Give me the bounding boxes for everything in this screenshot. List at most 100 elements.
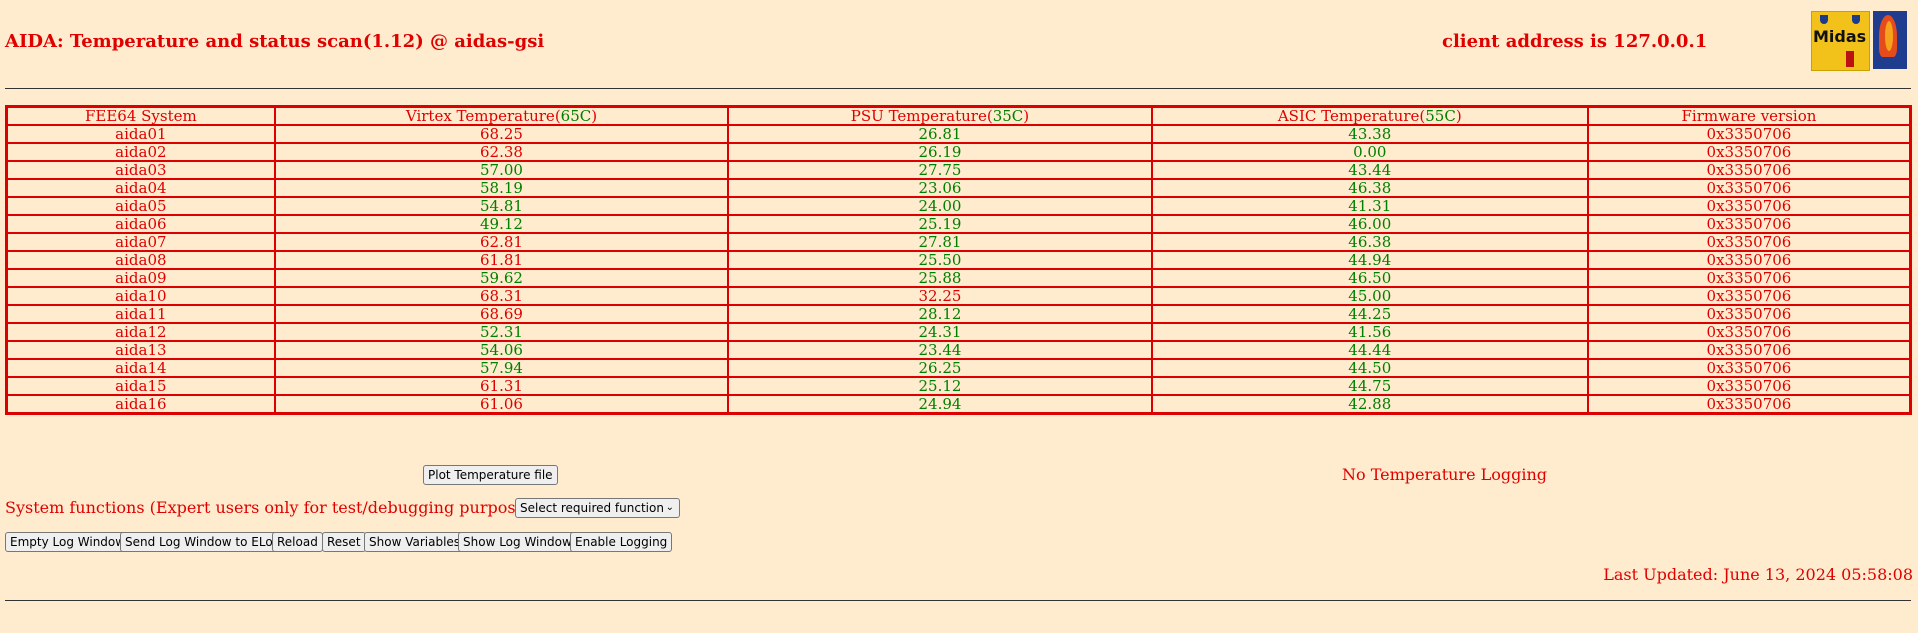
bottom-divider [5, 600, 1911, 601]
asic-temp-cell: 46.38 [1150, 178, 1589, 198]
enable-logging-button[interactable]: Enable Logging [570, 532, 673, 552]
node-name-cell: aida16 [5, 394, 276, 415]
virtex-temp-cell: 61.06 [273, 394, 730, 415]
send-log-elog-button[interactable]: Send Log Window to ELog [120, 532, 286, 552]
table-row: aida12 52.31 24.31 41.56 0x3350706 [5, 322, 1912, 342]
asic-temp-cell: 44.44 [1150, 340, 1589, 360]
table-row: aida13 54.06 23.44 44.44 0x3350706 [5, 340, 1912, 360]
asic-temp-cell: 0.00 [1150, 142, 1589, 162]
firmware-cell: 0x3350706 [1586, 214, 1912, 234]
firmware-cell: 0x3350706 [1586, 250, 1912, 270]
client-address: client address is 127.0.0.1 [1442, 31, 1708, 52]
firmware-cell: 0x3350706 [1586, 304, 1912, 324]
reset-button[interactable]: Reset [322, 532, 366, 552]
temperature-status-table: FEE64 System Virtex Temperature(65C) PSU… [5, 105, 1912, 415]
firmware-cell: 0x3350706 [1586, 340, 1912, 360]
psu-temp-cell: 27.81 [727, 232, 1153, 252]
table-row: aida11 68.69 28.12 44.25 0x3350706 [5, 304, 1912, 324]
virtex-temp-cell: 61.81 [273, 250, 730, 270]
node-name-cell: aida01 [5, 124, 276, 144]
function-select[interactable]: Select required function ⌄ [515, 498, 680, 518]
table-row: aida07 62.81 27.81 46.38 0x3350706 [5, 232, 1912, 252]
table-row: aida15 61.31 25.12 44.75 0x3350706 [5, 376, 1912, 396]
psu-temp-cell: 28.12 [727, 304, 1153, 324]
plot-temperature-button[interactable]: Plot Temperature file [423, 465, 558, 485]
firmware-cell: 0x3350706 [1586, 142, 1912, 162]
psu-temp-cell: 23.06 [727, 178, 1153, 198]
node-name-cell: aida14 [5, 358, 276, 378]
node-name-cell: aida09 [5, 268, 276, 288]
asic-temp-cell: 44.94 [1150, 250, 1589, 270]
node-name-cell: aida15 [5, 376, 276, 396]
virtex-temp-cell: 57.94 [273, 358, 730, 378]
column-header-system: FEE64 System [5, 105, 276, 126]
virtex-temp-cell: 62.81 [273, 232, 730, 252]
node-name-cell: aida11 [5, 304, 276, 324]
firmware-cell: 0x3350706 [1586, 286, 1912, 306]
table-row: aida03 57.00 27.75 43.44 0x3350706 [5, 160, 1912, 180]
asic-temp-cell: 45.00 [1150, 286, 1589, 306]
table-row: aida05 54.81 24.00 41.31 0x3350706 [5, 196, 1912, 216]
firmware-cell: 0x3350706 [1586, 376, 1912, 396]
last-updated: Last Updated: June 13, 2024 05:58:08 [1603, 565, 1913, 584]
node-name-cell: aida10 [5, 286, 276, 306]
reload-button[interactable]: Reload [272, 532, 323, 552]
virtex-temp-cell: 58.19 [273, 178, 730, 198]
asic-temp-cell: 41.31 [1150, 196, 1589, 216]
show-variables-button[interactable]: Show Variables [364, 532, 466, 552]
firmware-cell: 0x3350706 [1586, 358, 1912, 378]
system-functions-label: System functions (Expert users only for … [5, 498, 559, 517]
asic-temp-cell: 44.75 [1150, 376, 1589, 396]
column-header-psu: PSU Temperature(35C) [727, 105, 1153, 126]
table-row: aida16 61.06 24.94 42.88 0x3350706 [5, 394, 1912, 415]
table-row: aida08 61.81 25.50 44.94 0x3350706 [5, 250, 1912, 270]
virtex-temp-cell: 52.31 [273, 322, 730, 342]
midas-logo: Midas [1811, 11, 1870, 71]
virtex-temp-cell: 57.00 [273, 160, 730, 180]
show-log-window-button[interactable]: Show Log Window [458, 532, 577, 552]
psu-temp-cell: 25.19 [727, 214, 1153, 234]
node-name-cell: aida04 [5, 178, 276, 198]
node-name-cell: aida06 [5, 214, 276, 234]
top-divider [5, 88, 1911, 89]
firmware-cell: 0x3350706 [1586, 196, 1912, 216]
psu-temp-cell: 25.88 [727, 268, 1153, 288]
page: AIDA: Temperature and status scan(1.12) … [0, 0, 1918, 633]
psu-temp-cell: 26.25 [727, 358, 1153, 378]
asic-limit: 55C [1425, 107, 1456, 125]
firmware-cell: 0x3350706 [1586, 322, 1912, 342]
psu-temp-cell: 26.19 [727, 142, 1153, 162]
firmware-cell: 0x3350706 [1586, 178, 1912, 198]
node-name-cell: aida02 [5, 142, 276, 162]
node-name-cell: aida08 [5, 250, 276, 270]
virtex-temp-cell: 54.81 [273, 196, 730, 216]
asic-temp-cell: 44.50 [1150, 358, 1589, 378]
table-header-row: FEE64 System Virtex Temperature(65C) PSU… [5, 105, 1912, 126]
flame-inner-icon [1885, 21, 1893, 51]
virtex-limit: 65C [560, 107, 592, 125]
table-row: aida14 57.94 26.25 44.50 0x3350706 [5, 358, 1912, 378]
virtex-temp-cell: 68.25 [273, 124, 730, 144]
psu-temp-cell: 25.12 [727, 376, 1153, 396]
psu-temp-cell: 24.31 [727, 322, 1153, 342]
psu-temp-cell: 23.44 [727, 340, 1153, 360]
virtex-temp-cell: 61.31 [273, 376, 730, 396]
virtex-temp-cell: 49.12 [273, 214, 730, 234]
midas-logo-text: Midas [1813, 27, 1867, 46]
firmware-cell: 0x3350706 [1586, 394, 1912, 415]
logo-bar-icon [1846, 51, 1854, 67]
firmware-cell: 0x3350706 [1586, 124, 1912, 144]
logging-status: No Temperature Logging [1342, 465, 1548, 484]
virtex-temp-cell: 68.69 [273, 304, 730, 324]
table-row: aida02 62.38 26.19 0.00 0x3350706 [5, 142, 1912, 162]
firmware-cell: 0x3350706 [1586, 268, 1912, 288]
empty-log-button[interactable]: Empty Log Window [5, 532, 131, 552]
column-header-virtex: Virtex Temperature(65C) [273, 105, 730, 126]
node-name-cell: aida03 [5, 160, 276, 180]
asic-temp-cell: 46.50 [1150, 268, 1589, 288]
psu-temp-cell: 25.50 [727, 250, 1153, 270]
function-select-value: Select required function [520, 501, 664, 515]
psu-temp-cell: 24.94 [727, 394, 1153, 415]
node-name-cell: aida13 [5, 340, 276, 360]
column-header-firmware: Firmware version [1586, 105, 1912, 126]
